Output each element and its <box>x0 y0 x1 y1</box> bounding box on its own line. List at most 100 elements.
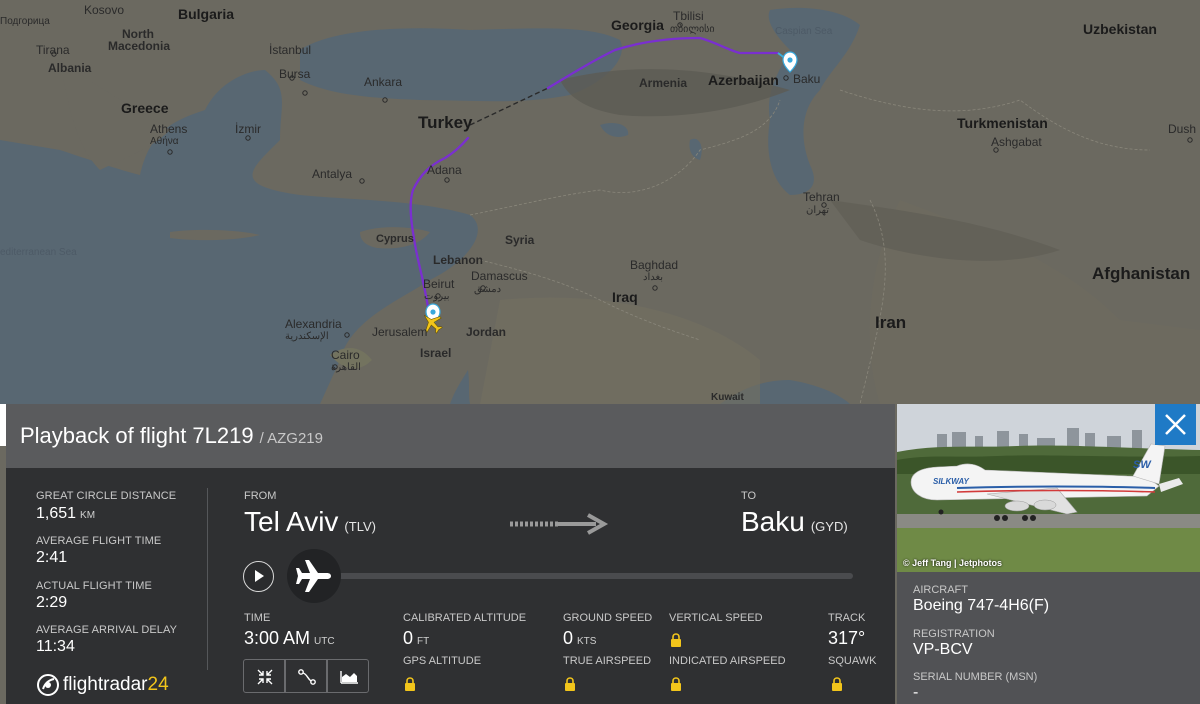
label-lebanon: Lebanon <box>433 253 483 267</box>
label-baghdad-local: بغداد <box>643 272 664 283</box>
label-jordan: Jordan <box>466 325 507 339</box>
panel-header: Playback of flight 7L219 / AZG219 <box>6 404 895 468</box>
lock-icon[interactable] <box>831 677 843 691</box>
label-antalya: Antalya <box>312 167 353 181</box>
panel-title: Playback of flight 7L219 / AZG219 <box>20 423 323 449</box>
stat-actual-flight-time-label: Actual flight time <box>36 580 152 592</box>
label-azerbaijan: Azerbaijan <box>708 72 779 88</box>
label-tbilisi: Tbilisi <box>673 9 704 23</box>
label-tehran-local: تهران <box>806 205 830 216</box>
stat-avg-flight-time-value: 2:41 <box>36 549 68 566</box>
label-jerusalem: Jerusalem <box>372 325 428 339</box>
label-bulgaria: Bulgaria <box>178 6 235 22</box>
to-code: (GYD) <box>810 519 848 534</box>
label-adana: Adana <box>427 163 462 177</box>
label-beirut-local: بيروت <box>424 291 450 302</box>
lock-icon[interactable] <box>564 677 576 691</box>
playback-slider-handle[interactable] <box>287 549 341 603</box>
flightradar24-logo[interactable]: flightradar 24 <box>36 673 169 697</box>
label-tirana: Tirana <box>36 43 70 57</box>
aircraft-icon <box>296 560 331 592</box>
label-podgorica: Подгорица <box>0 16 50 27</box>
label-syria: Syria <box>505 233 535 247</box>
play-button[interactable] <box>243 561 274 592</box>
from-airport[interactable]: Tel Aviv (TLV) <box>244 506 376 538</box>
label-afghanistan: Afghanistan <box>1092 264 1191 283</box>
playback-panel: Great circle distance 1,651 KM Average fl… <box>6 468 895 704</box>
label-bursa: Bursa <box>279 67 311 81</box>
label-istanbul: İstanbul <box>269 43 312 57</box>
panel-divider <box>207 488 208 670</box>
indicated-airspeed-label: INDICATED AIRSPEED <box>669 655 786 667</box>
ground-speed-unit: KTS <box>577 636 597 647</box>
aircraft-info-card: AIRCRAFT Boeing 747-4H6(F) REGISTRATION … <box>897 572 1200 704</box>
from-code: (TLV) <box>344 519 376 534</box>
stat-distance-label: Great circle distance <box>36 490 177 502</box>
track-value: 317° <box>828 628 866 648</box>
squawk-label: SQUAWK <box>828 655 877 667</box>
calibrated-altitude-unit: FT <box>417 636 430 647</box>
label-uzbekistan: Uzbekistan <box>1083 21 1157 37</box>
label-ashgabat: Ashgabat <box>991 135 1042 149</box>
label-izmir: İzmir <box>235 122 261 136</box>
label-georgia: Georgia <box>611 17 664 33</box>
lock-icon[interactable] <box>670 677 682 691</box>
label-athens-local: Αθήνα <box>150 136 179 147</box>
calibrated-altitude-label: CALIBRATED ALTITUDE <box>403 612 527 624</box>
to-city: Baku <box>741 506 805 537</box>
flight-playback-app: Kosovo Bulgaria Подгорица North Macedoni… <box>0 0 1200 704</box>
close-button[interactable] <box>1155 404 1196 445</box>
flight-callsign: / AZG219 <box>259 430 323 447</box>
registration-value[interactable]: VP-BCV <box>913 641 973 659</box>
label-iran: Iran <box>875 313 907 332</box>
serial-number-label: SERIAL NUMBER (MSN) <box>913 671 1038 683</box>
aircraft-label: AIRCRAFT <box>913 584 968 596</box>
registration-label: REGISTRATION <box>913 628 995 640</box>
time-unit: UTC <box>314 636 335 647</box>
logo-text: flightradar <box>63 674 148 695</box>
aircraft-value: Boeing 747-4H6(F) <box>913 597 1050 614</box>
label-damascus-local: دمشق <box>474 284 502 295</box>
collapse-button[interactable] <box>243 659 285 693</box>
label-albania: Albania <box>48 61 92 75</box>
label-turkey: Turkey <box>418 113 473 132</box>
label-cairo-local: القاهرة <box>331 362 361 373</box>
ground-speed-label: GROUND SPEED <box>563 612 653 624</box>
calibrated-altitude-row: 0 FT <box>403 628 429 649</box>
stat-arrival-delay-label: Average arrival delay <box>36 624 178 636</box>
label-damascus: Damascus <box>471 269 528 283</box>
label-beirut: Beirut <box>423 277 455 291</box>
stat-avg-flight-time-label: Average flight time <box>36 535 162 547</box>
label-baghdad: Baghdad <box>630 258 679 272</box>
label-caspian-sea: Caspian Sea <box>775 26 833 37</box>
time-label: TIME <box>244 612 271 624</box>
label-greece: Greece <box>121 100 169 116</box>
stat-arrival-delay-value: 11:34 <box>36 638 75 655</box>
distance-unit: KM <box>80 510 96 521</box>
route-button[interactable] <box>285 659 327 693</box>
true-airspeed-label: TRUE AIRSPEED <box>563 655 652 667</box>
label-israel: Israel <box>420 346 452 360</box>
to-airport[interactable]: Baku (GYD) <box>741 506 848 538</box>
lock-icon[interactable] <box>670 633 682 647</box>
tail-logo-text: SW <box>1133 459 1152 471</box>
close-icon <box>1165 414 1186 435</box>
photo-credit[interactable]: © Jeff Tang | Jetphotos <box>903 558 1002 568</box>
to-label: TO <box>741 490 757 502</box>
serial-number-value: - <box>913 684 919 701</box>
chart-button[interactable] <box>327 659 369 693</box>
from-label: FROM <box>244 490 277 502</box>
label-armenia: Armenia <box>639 76 688 90</box>
label-turkmenistan: Turkmenistan <box>957 115 1048 131</box>
ground-speed-value: 0 <box>563 628 574 648</box>
collapse-icon <box>257 669 273 685</box>
flight-title: Playback of flight 7L219 <box>20 423 254 448</box>
label-cyprus: Cyprus <box>376 233 414 245</box>
time-value: 3:00 AM <box>244 628 311 648</box>
stat-distance-value: 1,651 KM <box>36 505 95 523</box>
lock-icon[interactable] <box>404 677 416 691</box>
track-label: TRACK <box>828 612 866 624</box>
label-athens: Athens <box>150 122 188 136</box>
playback-progress-track[interactable] <box>318 573 853 579</box>
from-city: Tel Aviv <box>244 506 339 537</box>
